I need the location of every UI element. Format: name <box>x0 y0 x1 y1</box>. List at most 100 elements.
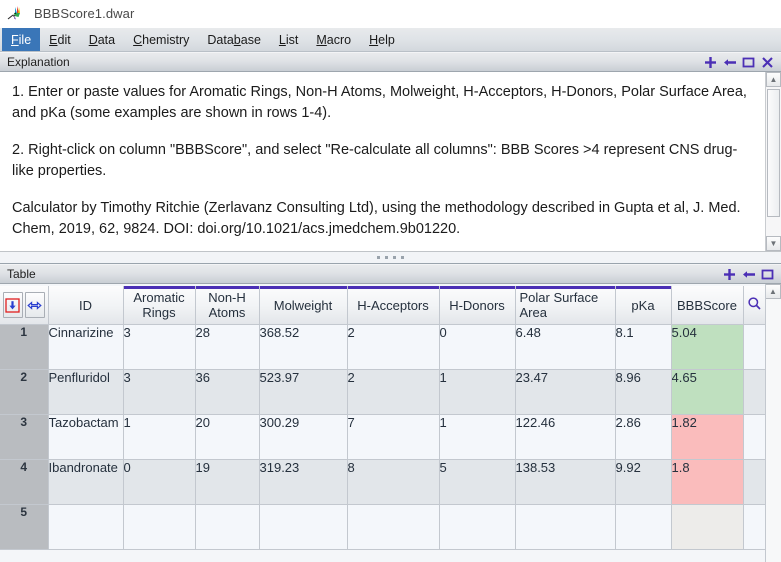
cell-non-h-atoms[interactable]: 20 <box>195 415 259 460</box>
cell-molweight[interactable]: 319.23 <box>259 460 347 505</box>
cell-pka[interactable] <box>615 505 671 550</box>
column-header-pka[interactable]: pKa <box>615 285 671 325</box>
menu-help[interactable]: Help <box>360 28 404 51</box>
cell-id[interactable]: Penfluridol <box>48 370 123 415</box>
menu-file-rest: ile <box>19 33 32 47</box>
column-header-h-acceptors[interactable]: H-Acceptors <box>347 285 439 325</box>
cell-pka[interactable]: 2.86 <box>615 415 671 460</box>
table-corner-cell <box>0 285 48 325</box>
search-icon[interactable] <box>747 296 762 314</box>
add-view-button[interactable] <box>702 54 719 70</box>
table-panel: Table <box>0 264 781 562</box>
menu-edit[interactable]: Edit <box>40 28 80 51</box>
cell-non-h-atoms[interactable] <box>195 505 259 550</box>
column-header-id[interactable]: ID <box>48 285 123 325</box>
cell-h-acceptors[interactable]: 7 <box>347 415 439 460</box>
explanation-text[interactable]: 1. Enter or paste values for Aromatic Ri… <box>0 72 765 251</box>
cell-non-h-atoms[interactable]: 36 <box>195 370 259 415</box>
scroll-up-icon[interactable]: ▲ <box>766 72 781 87</box>
cell-bbbscore[interactable]: 5.04 <box>671 325 743 370</box>
menu-data[interactable]: Data <box>80 28 124 51</box>
cell-spacer <box>743 505 765 550</box>
pin-view-button[interactable] <box>721 54 738 70</box>
cell-bbbscore[interactable]: 1.8 <box>671 460 743 505</box>
menu-chemistry[interactable]: Chemistry <box>124 28 198 51</box>
table-row[interactable]: 3 Tazobactam 1 20 300.29 7 1 122.46 2.86… <box>0 415 765 460</box>
cell-spacer <box>743 325 765 370</box>
column-header-bbbscore[interactable]: BBBScore <box>671 285 743 325</box>
cell-molweight[interactable]: 368.52 <box>259 325 347 370</box>
table-vertical-scrollbar[interactable]: ▲ <box>765 284 781 562</box>
resize-columns-icon[interactable] <box>25 292 45 318</box>
splitter-dot <box>377 256 380 259</box>
cell-h-donors[interactable]: 1 <box>439 415 515 460</box>
cell-pka[interactable]: 8.1 <box>615 325 671 370</box>
explanation-vertical-scrollbar[interactable]: ▲ ▼ <box>765 72 781 251</box>
cell-aromatic-rings[interactable] <box>123 505 195 550</box>
table-scroll-track[interactable] <box>766 299 781 562</box>
menu-file[interactable]: File <box>2 28 40 51</box>
cell-aromatic-rings[interactable]: 1 <box>123 415 195 460</box>
cell-non-h-atoms[interactable]: 19 <box>195 460 259 505</box>
cell-id[interactable] <box>48 505 123 550</box>
row-number[interactable]: 3 <box>0 415 48 460</box>
scroll-up-icon[interactable]: ▲ <box>766 284 781 299</box>
cell-polar-surface-area[interactable] <box>515 505 615 550</box>
table-row[interactable]: 1 Cinnarizine 3 28 368.52 2 0 6.48 8.1 5… <box>0 325 765 370</box>
column-header-molweight[interactable]: Molweight <box>259 285 347 325</box>
cell-polar-surface-area[interactable]: 6.48 <box>515 325 615 370</box>
column-header-non-h-atoms[interactable]: Non-H Atoms <box>195 285 259 325</box>
cell-bbbscore[interactable]: 1.82 <box>671 415 743 460</box>
cell-h-donors[interactable]: 0 <box>439 325 515 370</box>
cell-id[interactable]: Ibandronate <box>48 460 123 505</box>
scroll-down-icon[interactable]: ▼ <box>766 236 781 251</box>
cell-h-donors[interactable]: 1 <box>439 370 515 415</box>
cell-aromatic-rings[interactable]: 0 <box>123 460 195 505</box>
column-header-aromatic-rings[interactable]: Aromatic Rings <box>123 285 195 325</box>
table-row[interactable]: 4 Ibandronate 0 19 319.23 8 5 138.53 9.9… <box>0 460 765 505</box>
cell-id[interactable]: Cinnarizine <box>48 325 123 370</box>
cell-h-donors[interactable]: 5 <box>439 460 515 505</box>
cell-polar-surface-area[interactable]: 138.53 <box>515 460 615 505</box>
cell-polar-surface-area[interactable]: 23.47 <box>515 370 615 415</box>
menu-database[interactable]: Database <box>198 28 270 51</box>
close-view-button[interactable] <box>759 54 776 70</box>
row-number[interactable]: 2 <box>0 370 48 415</box>
cell-polar-surface-area[interactable]: 122.46 <box>515 415 615 460</box>
cell-h-acceptors[interactable] <box>347 505 439 550</box>
row-number[interactable]: 1 <box>0 325 48 370</box>
pin-view-button[interactable] <box>740 266 757 282</box>
cell-spacer <box>743 460 765 505</box>
add-view-button[interactable] <box>721 266 738 282</box>
explanation-scroll-track[interactable] <box>766 87 781 236</box>
cell-pka[interactable]: 9.92 <box>615 460 671 505</box>
cell-h-acceptors[interactable]: 2 <box>347 325 439 370</box>
cell-pka[interactable]: 8.96 <box>615 370 671 415</box>
menu-list[interactable]: List <box>270 28 307 51</box>
cell-non-h-atoms[interactable]: 28 <box>195 325 259 370</box>
cell-molweight[interactable] <box>259 505 347 550</box>
explanation-scroll-thumb[interactable] <box>767 89 780 217</box>
cell-aromatic-rings[interactable]: 3 <box>123 370 195 415</box>
table-row[interactable]: 5 <box>0 505 765 550</box>
cell-bbbscore[interactable]: 4.65 <box>671 370 743 415</box>
cell-h-acceptors[interactable]: 8 <box>347 460 439 505</box>
column-header-polar-surface-area[interactable]: Polar Surface Area <box>515 285 615 325</box>
select-rows-icon[interactable] <box>3 292 23 318</box>
panel-splitter[interactable] <box>0 252 781 264</box>
menu-macro[interactable]: Macro <box>307 28 360 51</box>
cell-molweight[interactable]: 523.97 <box>259 370 347 415</box>
maximize-view-button[interactable] <box>759 266 776 282</box>
cell-h-acceptors[interactable]: 2 <box>347 370 439 415</box>
cell-aromatic-rings[interactable]: 3 <box>123 325 195 370</box>
splitter-dot <box>385 256 388 259</box>
cell-h-donors[interactable] <box>439 505 515 550</box>
column-header-h-donors[interactable]: H-Donors <box>439 285 515 325</box>
cell-molweight[interactable]: 300.29 <box>259 415 347 460</box>
table-row[interactable]: 2 Penfluridol 3 36 523.97 2 1 23.47 8.96… <box>0 370 765 415</box>
row-number[interactable]: 4 <box>0 460 48 505</box>
cell-bbbscore[interactable] <box>671 505 743 550</box>
row-number[interactable]: 5 <box>0 505 48 550</box>
maximize-view-button[interactable] <box>740 54 757 70</box>
cell-id[interactable]: Tazobactam <box>48 415 123 460</box>
